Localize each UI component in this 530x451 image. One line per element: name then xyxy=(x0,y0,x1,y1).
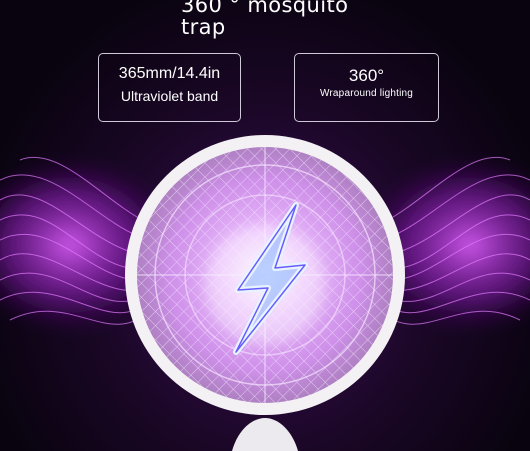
wraparound-lighting-value: 360° xyxy=(348,66,385,85)
uv-band-value: 365mm/14.4in xyxy=(118,65,221,82)
mosquito-racket-illustration xyxy=(0,135,530,451)
racket-handle xyxy=(232,418,298,451)
wraparound-lighting-spec-box: 360° Wraparound lighting xyxy=(294,53,439,122)
uv-band-spec-box: 365mm/14.4in Ultraviolet band xyxy=(98,53,241,122)
headline-line-2: trap xyxy=(181,15,226,39)
headline-line-1: 360 ° mosquito xyxy=(181,0,349,17)
product-banner: 360 ° mosquito trap 365mm/14.4in Ultravi… xyxy=(0,0,530,451)
uv-band-label: Ultraviolet band xyxy=(120,88,219,104)
headline: 360 ° mosquito trap xyxy=(181,0,348,38)
wraparound-lighting-label: Wraparound lighting xyxy=(319,88,414,99)
